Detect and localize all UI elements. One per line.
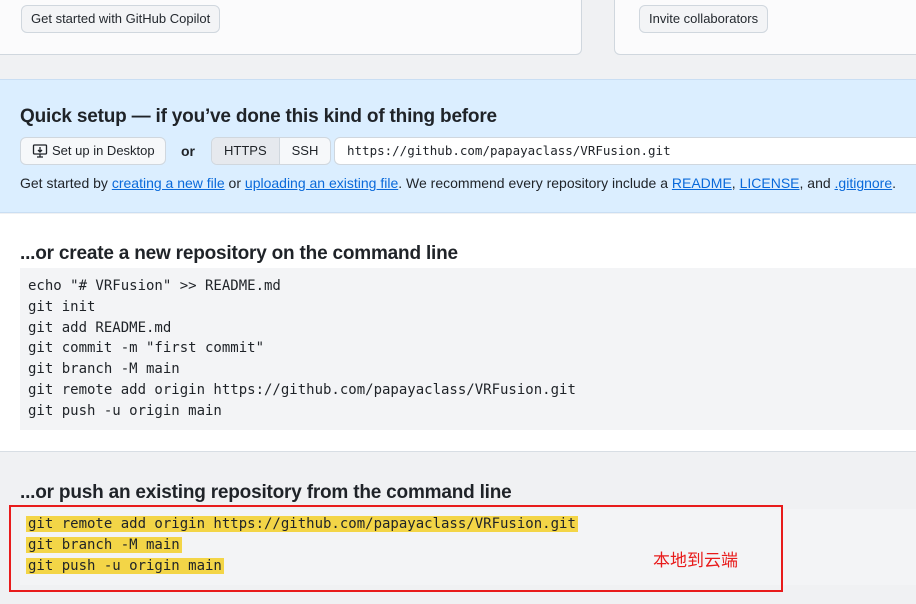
- protocol-toggle: HTTPS SSH: [211, 137, 332, 165]
- setup-desktop-button[interactable]: Set up in Desktop: [20, 137, 166, 165]
- period: .: [892, 175, 897, 191]
- get-started-prefix: Get started by: [20, 175, 112, 191]
- invite-collaborators-button[interactable]: Invite collaborators: [639, 5, 769, 33]
- quick-setup-title: Quick setup — if you’ve done this kind o…: [20, 106, 497, 127]
- collaborators-card: Invite collaborators: [614, 0, 916, 55]
- get-started-text: Get started by creating a new file or up…: [20, 175, 896, 191]
- https-button[interactable]: HTTPS: [212, 138, 280, 164]
- code-line: git push -u origin main: [28, 402, 222, 419]
- ssh-button[interactable]: SSH: [280, 138, 331, 164]
- gitignore-link[interactable]: .gitignore: [835, 175, 893, 191]
- uploading-existing-file-link[interactable]: uploading an existing file: [245, 175, 398, 191]
- comma-separator: ,: [731, 175, 740, 191]
- license-link[interactable]: LICENSE: [740, 175, 800, 191]
- creating-new-file-link[interactable]: creating a new file: [112, 175, 225, 191]
- code-line: echo "# VRFusion" >> README.md: [28, 278, 281, 294]
- readme-link[interactable]: README: [672, 175, 732, 191]
- or-connector: or: [224, 175, 245, 191]
- clone-url-input[interactable]: https://github.com/papayaclass/VRFusion.…: [334, 137, 916, 165]
- code-line: git init: [28, 298, 96, 315]
- code-line: git commit -m "first commit": [28, 340, 265, 357]
- new-repo-title: ...or create a new repository on the com…: [20, 243, 458, 264]
- annotation-note: 本地到云端: [653, 551, 738, 571]
- code-line: git add README.md: [28, 319, 172, 336]
- quick-setup-panel: Quick setup — if you’ve done this kind o…: [0, 79, 916, 213]
- new-repo-code-block[interactable]: echo "# VRFusion" >> README.md git init …: [20, 268, 916, 430]
- or-label: or: [181, 143, 195, 159]
- copilot-card: Get started with GitHub Copilot: [0, 0, 582, 55]
- desktop-download-icon: [32, 144, 48, 158]
- code-line: git remote add origin https://github.com…: [28, 381, 576, 398]
- push-existing-title: ...or push an existing repository from t…: [20, 482, 512, 503]
- and-connector: , and: [799, 175, 835, 191]
- recommend-text: . We recommend every repository include …: [398, 175, 672, 191]
- setup-desktop-label: Set up in Desktop: [52, 143, 155, 158]
- get-started-copilot-button[interactable]: Get started with GitHub Copilot: [21, 5, 221, 33]
- code-line: git branch -M main: [28, 361, 180, 378]
- new-repo-section: ...or create a new repository on the com…: [0, 214, 916, 452]
